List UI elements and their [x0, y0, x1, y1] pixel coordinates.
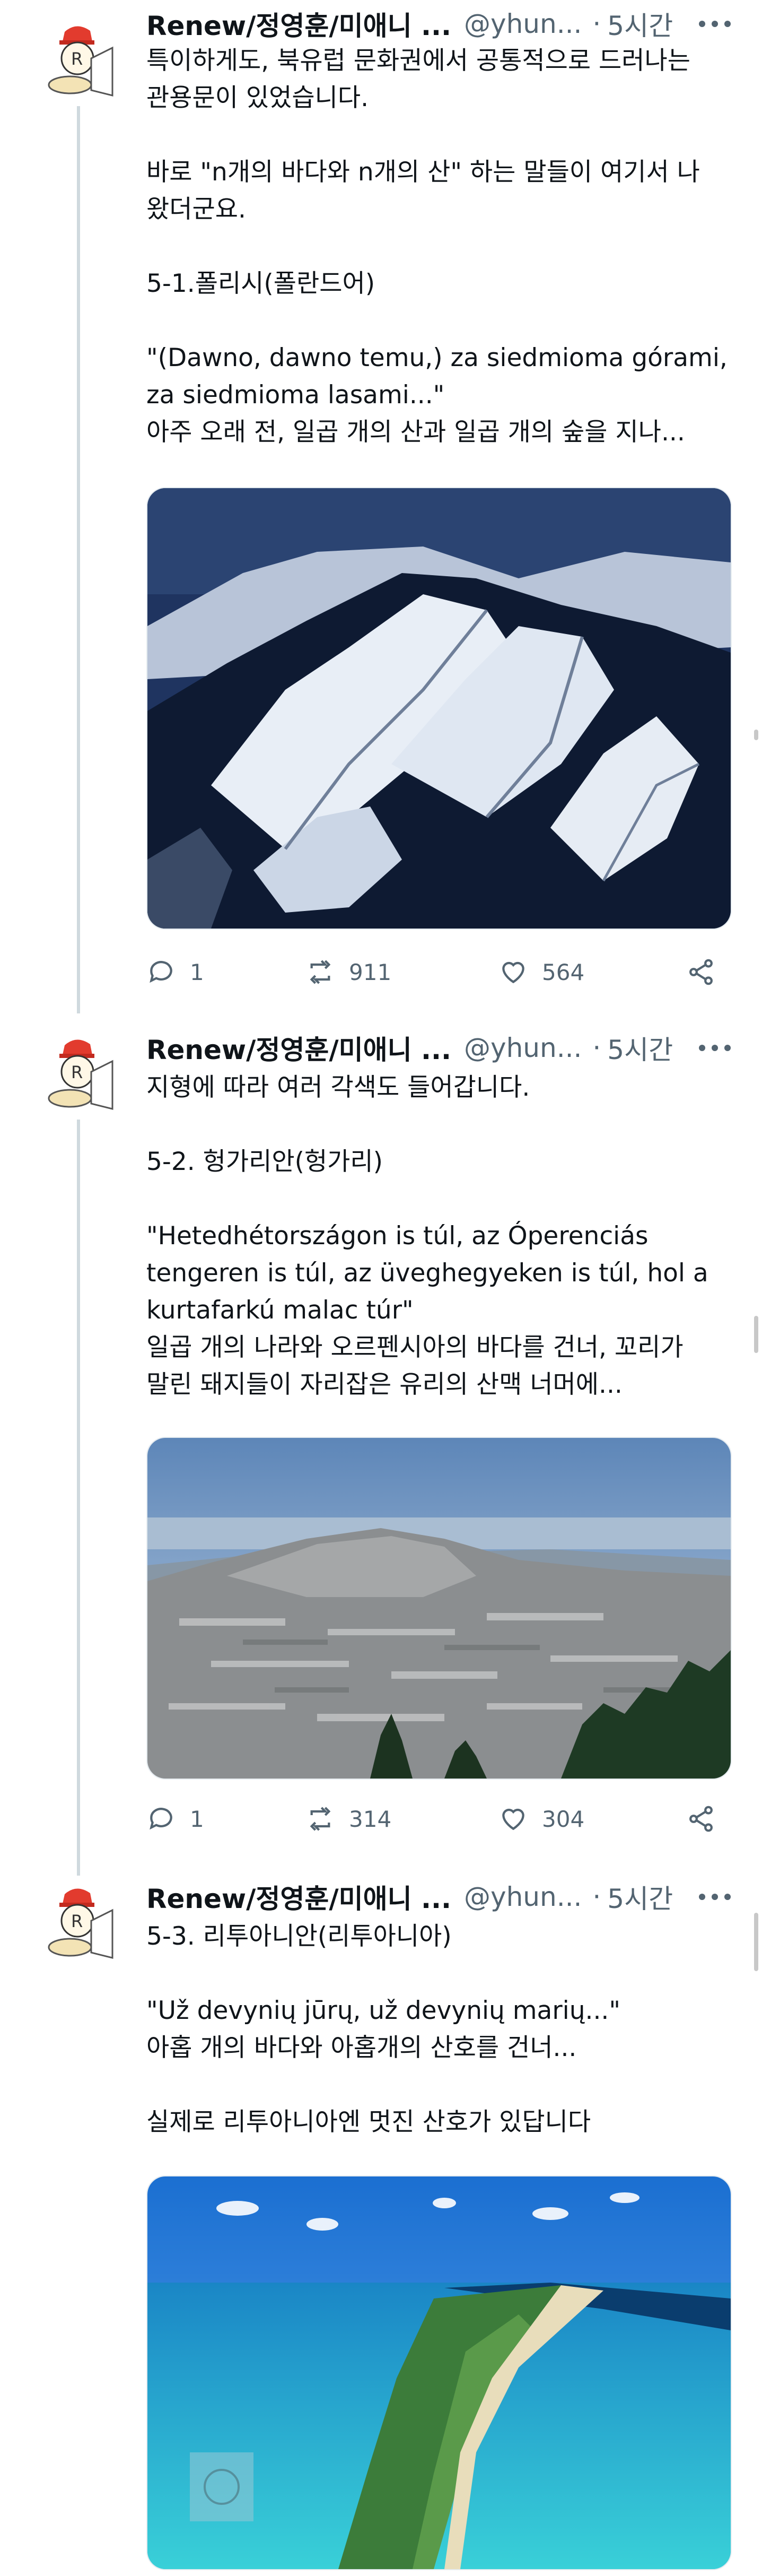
reply-button[interactable]: 1 — [146, 951, 204, 993]
tweet-image[interactable] — [146, 2175, 732, 2570]
svg-text:R: R — [71, 49, 83, 69]
tweet-header: Renew/정영훈/미애니 ... @yhun... · 5시간 — [146, 5, 673, 42]
avatar-image: R — [34, 1030, 119, 1115]
author-handle[interactable]: @yhun... — [464, 8, 582, 39]
thread-line — [77, 106, 80, 1013]
tweet-2[interactable]: R Renew/정영훈/미애니 ... @yhun... · 5시간 지형에 따… — [0, 1013, 762, 1862]
share-icon — [689, 959, 713, 985]
author-handle[interactable]: @yhun... — [464, 1033, 582, 1063]
author-name[interactable]: Renew/정영훈/미애니 ... — [146, 1029, 451, 1067]
tweet-text: 지형에 따라 여러 각색도 들어갑니다. 5-2. 헝가리안(헝가리) "Het… — [146, 1073, 708, 1399]
separator-dot: · — [592, 1033, 601, 1063]
reply-button[interactable]: 1 — [146, 1798, 204, 1840]
retweet-icon — [310, 1807, 331, 1831]
tweet-text: 5-3. 리투아니안(리투아니아) "Už devynių jūrų, už d… — [146, 1922, 620, 2137]
retweet-button[interactable]: 911 — [305, 951, 391, 993]
share-button[interactable] — [686, 1798, 730, 1840]
like-button[interactable]: 304 — [498, 1798, 584, 1840]
retweet-icon — [310, 960, 331, 984]
retweet-button[interactable]: 314 — [305, 1798, 391, 1840]
reply-icon — [150, 961, 172, 983]
share-icon — [689, 1806, 713, 1832]
like-button[interactable]: 564 — [498, 951, 584, 993]
more-options-icon[interactable] — [699, 1029, 731, 1066]
more-options-icon[interactable] — [699, 1878, 731, 1915]
tweet-header: Renew/정영훈/미애니 ... @yhun... · 5시간 — [146, 1878, 673, 1915]
scroll-indicator — [754, 1316, 758, 1353]
avatar[interactable]: R — [33, 1878, 120, 1966]
scroll-indicator — [754, 730, 758, 740]
heart-icon — [502, 961, 524, 984]
reply-count: 1 — [190, 959, 204, 985]
like-count: 564 — [542, 959, 585, 985]
volcanic-plateau-image — [147, 1438, 731, 1779]
reply-count: 1 — [190, 1806, 204, 1832]
thread-line — [77, 1120, 80, 1862]
timestamp[interactable]: 5시간 — [607, 5, 673, 43]
avatar-image: R — [34, 17, 119, 102]
avatar-image: R — [34, 1879, 119, 1964]
avatar[interactable]: R — [33, 1029, 120, 1117]
tweet-image[interactable] — [146, 1437, 732, 1780]
author-name[interactable]: Renew/정영훈/미애니 ... — [146, 1878, 451, 1916]
retweet-count: 314 — [349, 1806, 392, 1832]
snowy-mountain-image — [147, 488, 731, 929]
like-count: 304 — [542, 1806, 585, 1832]
tweet-1[interactable]: R Renew/정영훈/미애니 ... @yhun... · 5시간 특이하게도… — [0, 0, 762, 1013]
separator-dot: · — [592, 8, 601, 39]
more-options-icon[interactable] — [699, 5, 731, 42]
timestamp[interactable]: 5시간 — [607, 1878, 673, 1916]
tweet-actions: 1 911 564 — [146, 951, 730, 993]
avatar[interactable]: R — [33, 16, 120, 103]
timestamp[interactable]: 5시간 — [607, 1029, 673, 1067]
svg-text:R: R — [71, 1911, 83, 1931]
svg-text:R: R — [71, 1062, 83, 1082]
tweet-header: Renew/정영훈/미애니 ... @yhun... · 5시간 — [146, 1029, 673, 1066]
separator-dot: · — [592, 1881, 601, 1912]
tweet-actions: 1 314 304 — [146, 1798, 730, 1840]
thread-line — [77, 1862, 80, 1876]
tweet-image[interactable] — [146, 487, 732, 930]
share-button[interactable] — [686, 951, 730, 993]
reply-icon — [150, 1808, 172, 1830]
tweet-3[interactable]: R Renew/정영훈/미애니 ... @yhun... · 5시간 5-3. … — [0, 1862, 762, 2576]
tweet-text: 특이하게도, 북유럽 문화권에서 공통적으로 드러나는 관용문이 있었습니다. … — [146, 46, 728, 447]
heart-icon — [502, 1808, 524, 1831]
lagoon-spit-image — [147, 2176, 731, 2569]
retweet-count: 911 — [349, 959, 392, 985]
author-name[interactable]: Renew/정영훈/미애니 ... — [146, 5, 451, 43]
author-handle[interactable]: @yhun... — [464, 1881, 582, 1912]
scroll-indicator — [754, 1913, 758, 1971]
